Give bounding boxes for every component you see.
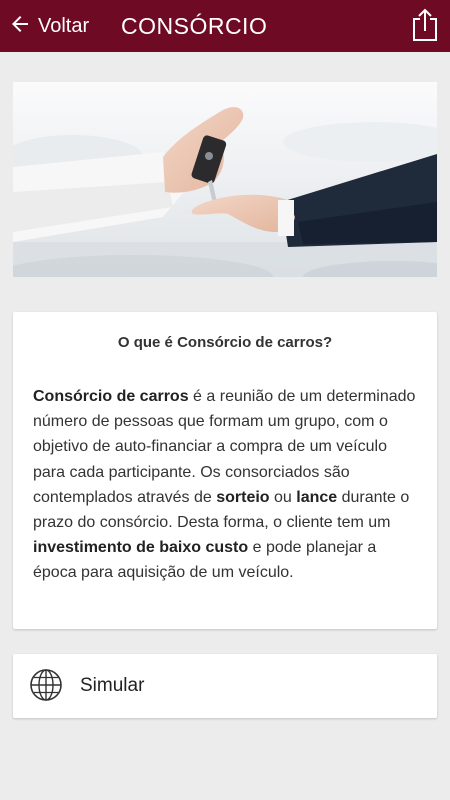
- info-card: O que é Consórcio de carros? Consórcio d…: [13, 312, 437, 629]
- page-title: CONSÓRCIO: [121, 13, 268, 39]
- info-bold-consorcio: Consórcio de carros: [33, 388, 189, 405]
- arrow-left-icon: [8, 12, 32, 41]
- info-bold-lance: lance: [296, 488, 338, 506]
- back-label: Voltar: [38, 14, 90, 37]
- share-icon: [413, 8, 437, 41]
- info-paragraph: Consórcio de carros é a reunião de um de…: [33, 384, 421, 586]
- globe-icon: [30, 669, 62, 701]
- simulate-button[interactable]: Simular: [13, 654, 437, 718]
- app-header: Voltar CONSÓRCIO: [0, 0, 450, 52]
- info-bold-investimento: investimento de baixo custo: [33, 539, 249, 557]
- info-bold-sorteio: sorteio: [216, 488, 270, 506]
- info-text-2: ou: [269, 488, 297, 506]
- simulate-label: Simular: [80, 675, 145, 696]
- share-button[interactable]: [410, 7, 440, 43]
- hero-image: [13, 82, 437, 277]
- back-button[interactable]: Voltar: [8, 0, 89, 52]
- info-heading: O que é Consórcio de carros?: [117, 334, 333, 351]
